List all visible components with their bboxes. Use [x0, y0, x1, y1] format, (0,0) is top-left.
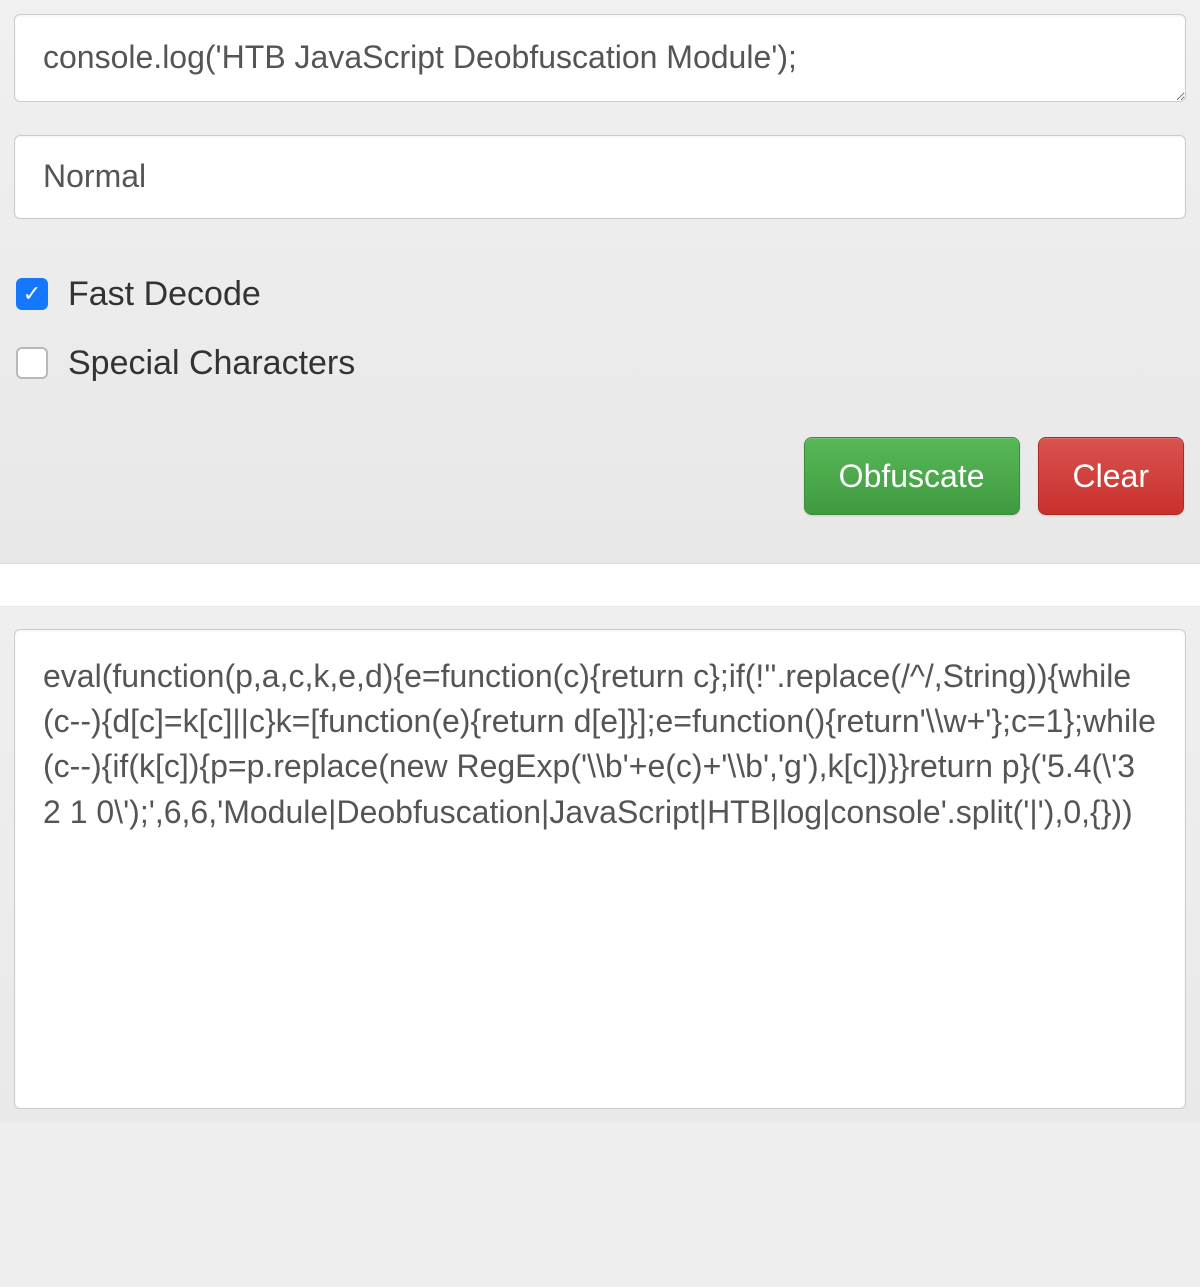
code-input[interactable] — [14, 14, 1186, 102]
fast-decode-label: Fast Decode — [68, 275, 261, 314]
code-output[interactable]: eval(function(p,a,c,k,e,d){e=function(c)… — [14, 629, 1186, 1109]
input-section: Normal ✓ Fast Decode Special Characters … — [0, 0, 1200, 563]
options-group: ✓ Fast Decode Special Characters — [14, 275, 1186, 383]
output-section: eval(function(p,a,c,k,e,d){e=function(c)… — [0, 607, 1200, 1123]
special-characters-label: Special Characters — [68, 344, 355, 383]
action-buttons: Obfuscate Clear — [14, 437, 1186, 549]
special-characters-checkbox[interactable] — [16, 347, 48, 379]
encoding-select-value: Normal — [43, 158, 146, 195]
encoding-select-wrap: Normal — [14, 135, 1186, 219]
encoding-select[interactable]: Normal — [14, 135, 1186, 219]
fast-decode-option[interactable]: ✓ Fast Decode — [16, 275, 1186, 314]
clear-button[interactable]: Clear — [1038, 437, 1184, 515]
obfuscate-button[interactable]: Obfuscate — [804, 437, 1020, 515]
fast-decode-checkbox[interactable]: ✓ — [16, 278, 48, 310]
special-characters-option[interactable]: Special Characters — [16, 344, 1186, 383]
section-divider — [0, 563, 1200, 607]
check-icon: ✓ — [23, 283, 41, 305]
